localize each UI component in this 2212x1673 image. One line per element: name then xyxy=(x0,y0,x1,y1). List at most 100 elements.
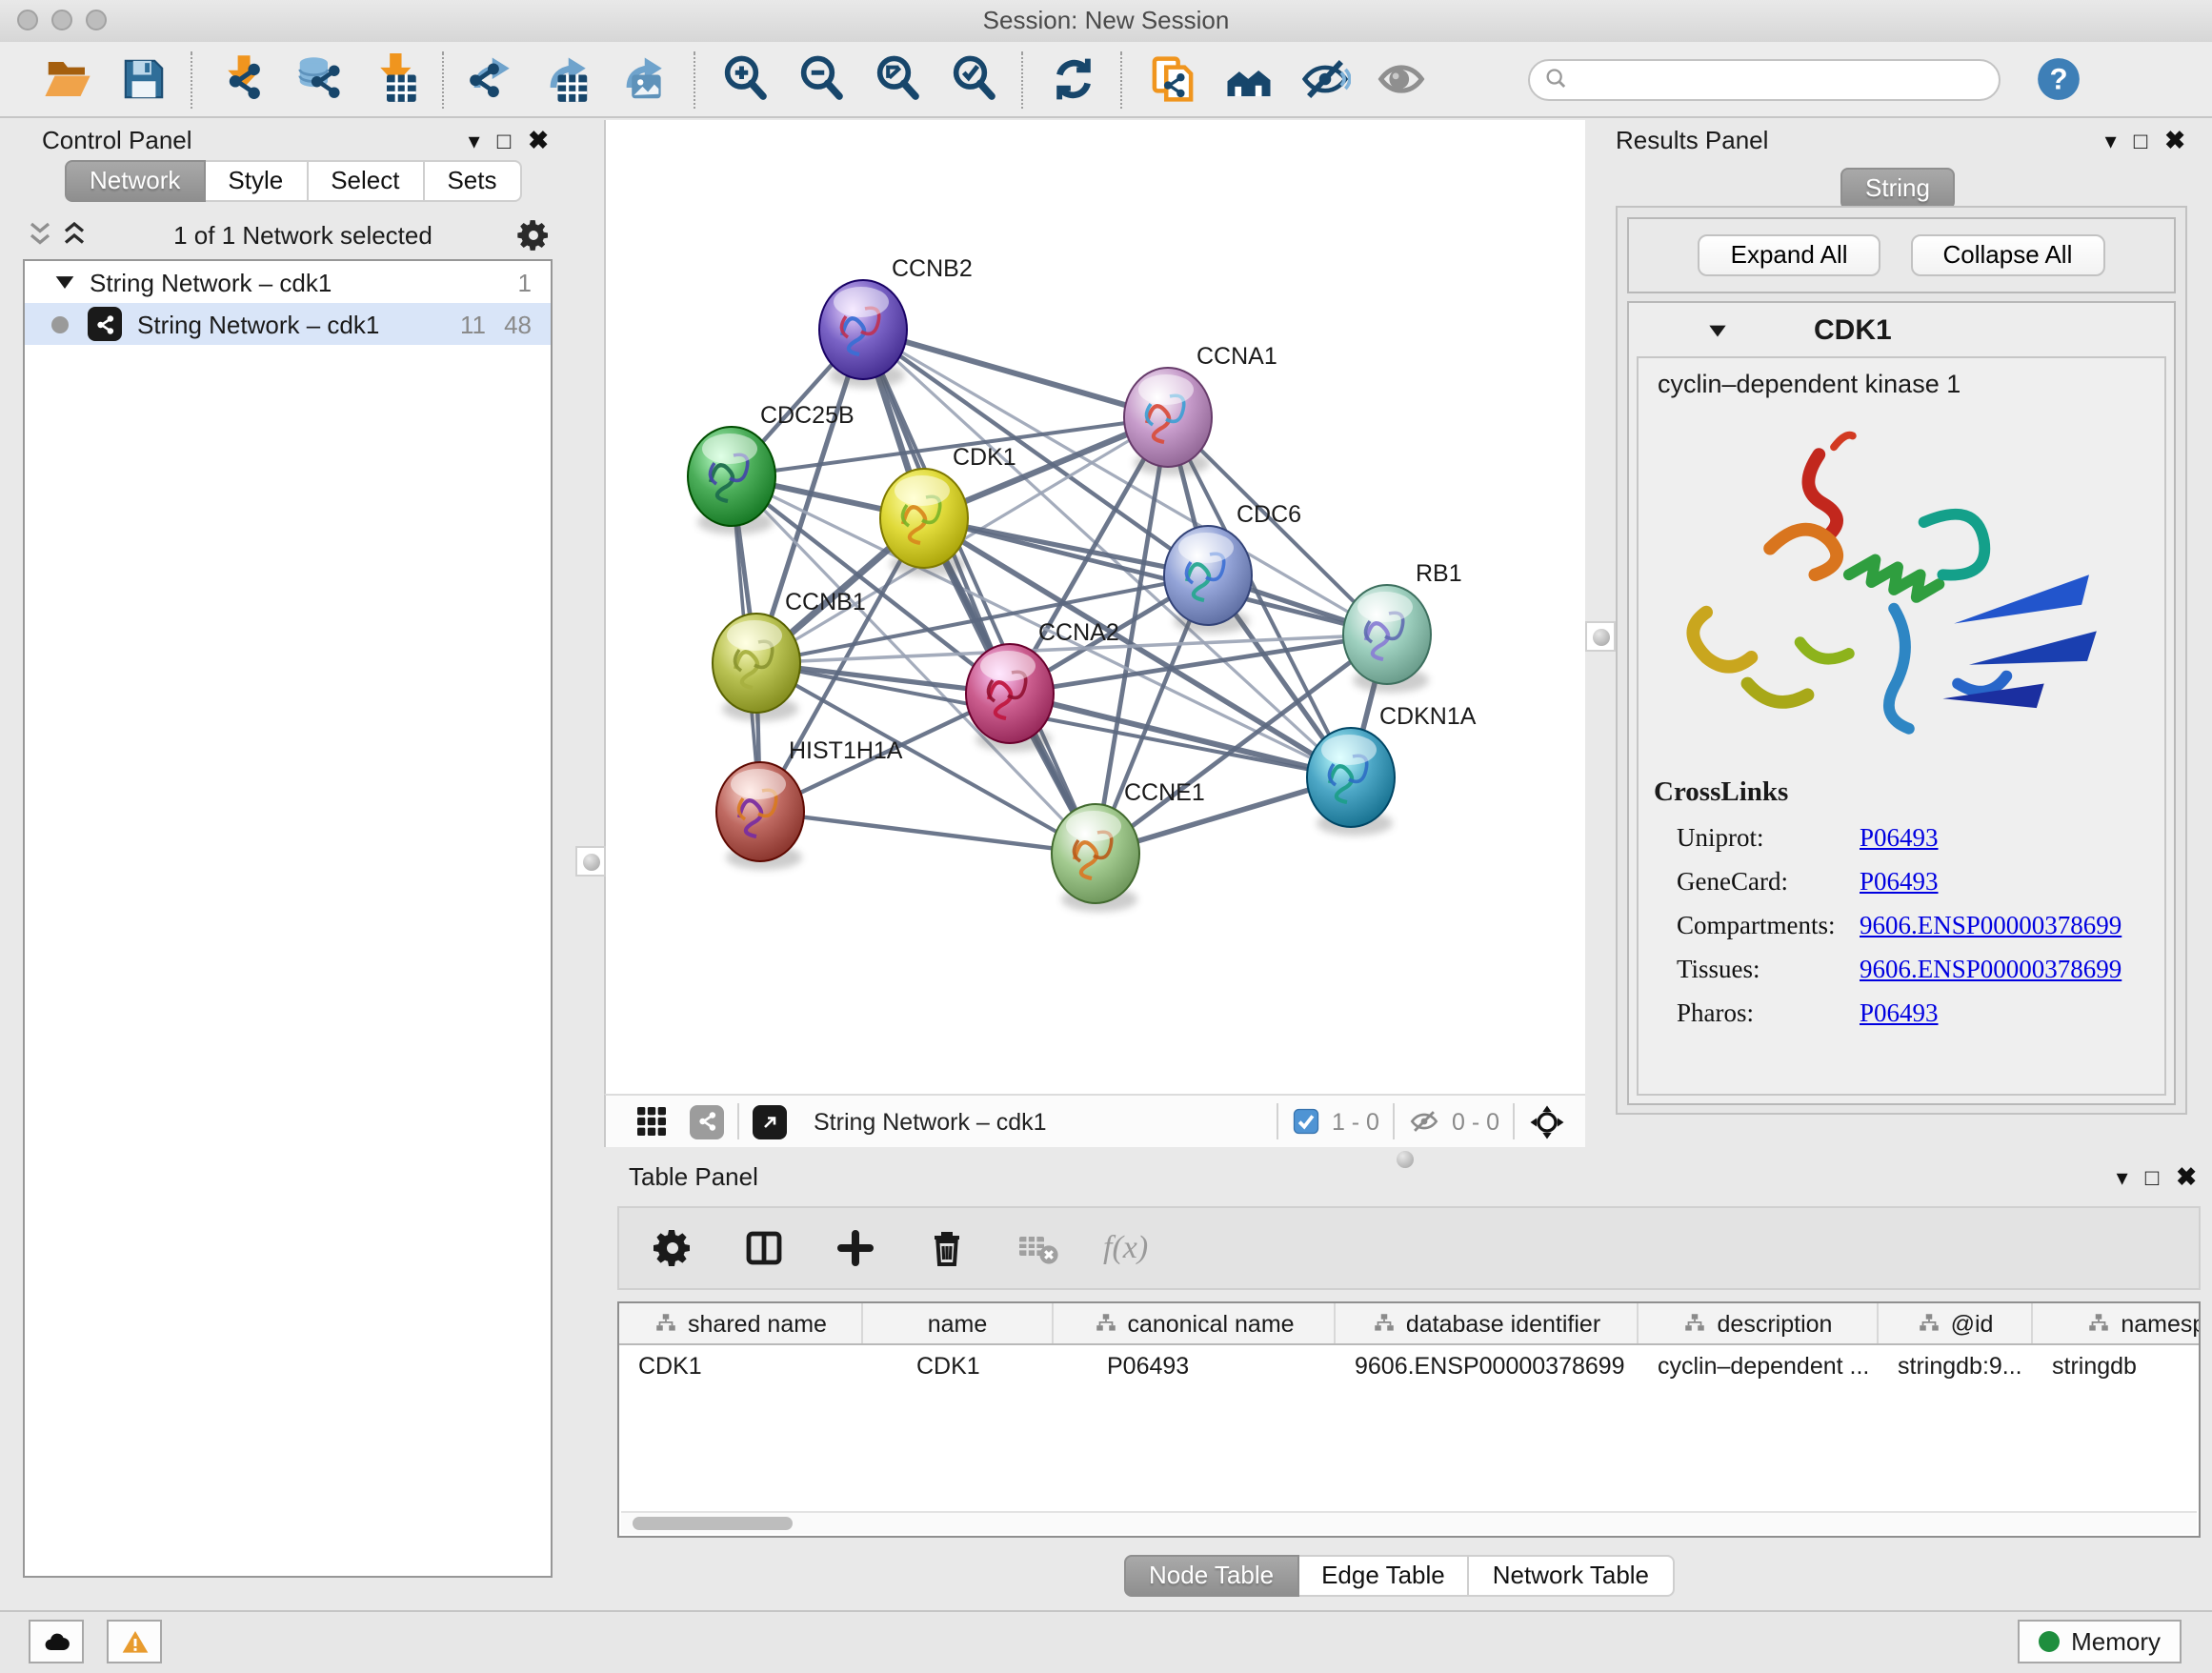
delete-column-icon[interactable] xyxy=(920,1221,974,1275)
show-all-icon[interactable] xyxy=(1374,52,1427,106)
table-cell[interactable]: CDK1 xyxy=(863,1345,1054,1385)
cloud-status-button[interactable] xyxy=(29,1620,84,1663)
node-CCNA2[interactable] xyxy=(966,644,1054,752)
node-CDK1[interactable] xyxy=(880,469,968,576)
table-row[interactable]: CDK1CDK1P064939606.ENSP00000378699cyclin… xyxy=(619,1345,2199,1385)
refresh-icon[interactable] xyxy=(1046,52,1099,106)
crosslink-link[interactable]: 9606.ENSP00000378699 xyxy=(1860,911,2122,941)
panel-float-icon[interactable]: ▾ xyxy=(2105,130,2117,152)
string-import-icon[interactable] xyxy=(1145,52,1198,106)
node-CDKN1A[interactable] xyxy=(1307,728,1395,836)
expand-all-networks-icon[interactable] xyxy=(57,217,91,252)
tab-network[interactable]: Network xyxy=(65,160,205,202)
node-CDC6[interactable] xyxy=(1164,526,1252,634)
column-header-name[interactable]: name xyxy=(863,1303,1054,1343)
panel-close-icon[interactable]: ✖ xyxy=(528,130,549,152)
edge-HIST1H1A-CCNE1[interactable] xyxy=(760,812,1096,854)
hidden-node-edge-counts: 0 - 0 xyxy=(1452,1108,1499,1135)
collapse-all-networks-icon[interactable] xyxy=(23,217,57,252)
crosslink-link[interactable]: P06493 xyxy=(1860,823,1939,854)
export-image-icon[interactable] xyxy=(619,52,673,106)
memory-button[interactable]: Memory xyxy=(2018,1620,2182,1663)
help-icon[interactable]: ? xyxy=(2035,55,2082,103)
zoom-selected-icon[interactable] xyxy=(947,52,1000,106)
tab-style[interactable]: Style xyxy=(205,160,308,202)
panel-maximize-icon[interactable]: □ xyxy=(2145,1166,2160,1189)
add-column-icon[interactable] xyxy=(829,1221,882,1275)
panel-float-icon[interactable]: ▾ xyxy=(469,130,480,152)
column-header-namespace[interactable]: namespace xyxy=(2033,1303,2201,1343)
table-cell[interactable]: stringdb:9... xyxy=(1879,1345,2033,1385)
panel-maximize-icon[interactable]: □ xyxy=(497,130,512,152)
collapse-all-button[interactable]: Collapse All xyxy=(1911,234,2105,276)
table-cell[interactable]: 9606.ENSP00000378699 xyxy=(1336,1345,1639,1385)
expand-all-button[interactable]: Expand All xyxy=(1699,234,1880,276)
import-table-icon[interactable] xyxy=(368,52,421,106)
import-network-icon[interactable] xyxy=(215,52,269,106)
tab-network-table[interactable]: Network Table xyxy=(1470,1555,1674,1597)
tab-node-table[interactable]: Node Table xyxy=(1124,1555,1298,1597)
table-options-gear-icon[interactable] xyxy=(646,1221,699,1275)
panel-float-icon[interactable]: ▾ xyxy=(2117,1166,2128,1189)
search-input[interactable] xyxy=(1528,58,2001,100)
node-HIST1H1A[interactable] xyxy=(716,762,804,870)
home-icon[interactable] xyxy=(1221,52,1275,106)
node-CCNE1[interactable] xyxy=(1052,804,1139,912)
panel-close-icon[interactable]: ✖ xyxy=(2176,1166,2197,1189)
collection-count: 1 xyxy=(518,268,532,296)
node-CCNB1[interactable] xyxy=(713,614,800,721)
network-row[interactable]: String Network – cdk1 11 48 xyxy=(25,303,551,345)
scrollbar-thumb[interactable] xyxy=(633,1517,793,1530)
birds-eye-view-icon[interactable] xyxy=(1528,1102,1566,1140)
network-graph[interactable]: CCNB2CCNA1CDC25BCDK1CDC6RB1CCNB1CCNA2CDK… xyxy=(606,120,1585,1090)
panel-close-icon[interactable]: ✖ xyxy=(2164,130,2185,152)
save-session-icon[interactable] xyxy=(116,52,170,106)
column-header-canonical-name[interactable]: canonical name xyxy=(1054,1303,1336,1343)
zoom-in-icon[interactable] xyxy=(718,52,772,106)
hide-selection-icon[interactable] xyxy=(1297,52,1351,106)
selected-checkbox-icon[interactable] xyxy=(1292,1107,1320,1136)
zoom-out-icon[interactable] xyxy=(794,52,848,106)
gene-expander-icon[interactable] xyxy=(1705,317,1730,342)
show-column-panel-icon[interactable] xyxy=(737,1221,791,1275)
network-collection-row[interactable]: String Network – cdk1 1 xyxy=(25,261,551,303)
export-network-icon[interactable] xyxy=(467,52,520,106)
column-header-id[interactable]: @id xyxy=(1879,1303,2033,1343)
node-RB1[interactable] xyxy=(1343,585,1431,693)
collection-expander-icon[interactable] xyxy=(51,269,78,295)
table-cell[interactable]: cyclin–dependent ... xyxy=(1639,1345,1879,1385)
column-header-shared-name[interactable]: shared name xyxy=(619,1303,863,1343)
open-in-window-icon[interactable] xyxy=(753,1104,787,1139)
panel-maximize-icon[interactable]: □ xyxy=(2134,130,2148,152)
node-table[interactable]: shared namename canonical name database … xyxy=(617,1301,2201,1538)
tab-sets[interactable]: Sets xyxy=(424,160,521,202)
tab-string[interactable]: String xyxy=(1840,168,1955,210)
node-CCNA1[interactable] xyxy=(1124,368,1212,475)
edge-CCNB2-CCNE1[interactable] xyxy=(863,330,1096,854)
grid-view-icon[interactable] xyxy=(633,1102,671,1140)
zoom-fit-icon[interactable] xyxy=(871,52,924,106)
crosslink-link[interactable]: 9606.ENSP00000378699 xyxy=(1860,955,2122,985)
hidden-eye-icon[interactable] xyxy=(1408,1105,1440,1138)
column-header-database-identifier[interactable]: database identifier xyxy=(1336,1303,1639,1343)
table-cell[interactable]: CDK1 xyxy=(619,1345,863,1385)
tab-edge-table[interactable]: Edge Table xyxy=(1298,1555,1470,1597)
node-CCNB2[interactable] xyxy=(819,280,907,388)
network-options-gear-icon[interactable] xyxy=(514,215,553,253)
table-cell[interactable]: stringdb xyxy=(2033,1345,2201,1385)
column-header-description[interactable]: description xyxy=(1639,1303,1879,1343)
export-table-icon[interactable] xyxy=(543,52,596,106)
memory-label: Memory xyxy=(2071,1627,2161,1656)
left-splitter-handle[interactable] xyxy=(575,846,606,877)
node-CDC25B[interactable] xyxy=(688,427,775,534)
crosslink-link[interactable]: P06493 xyxy=(1860,867,1939,897)
warnings-button[interactable] xyxy=(107,1620,162,1663)
tab-select[interactable]: Select xyxy=(308,160,424,202)
table-cell[interactable]: P06493 xyxy=(1054,1345,1336,1385)
crosslink-link[interactable]: P06493 xyxy=(1860,998,1939,1029)
network-view-share-icon[interactable] xyxy=(690,1104,724,1139)
network-canvas[interactable]: CCNB2CCNA1CDC25BCDK1CDC6RB1CCNB1CCNA2CDK… xyxy=(604,120,1585,1094)
table-horizontal-scrollbar[interactable] xyxy=(621,1511,2197,1534)
open-session-icon[interactable] xyxy=(40,52,93,106)
import-database-icon[interactable] xyxy=(292,52,345,106)
